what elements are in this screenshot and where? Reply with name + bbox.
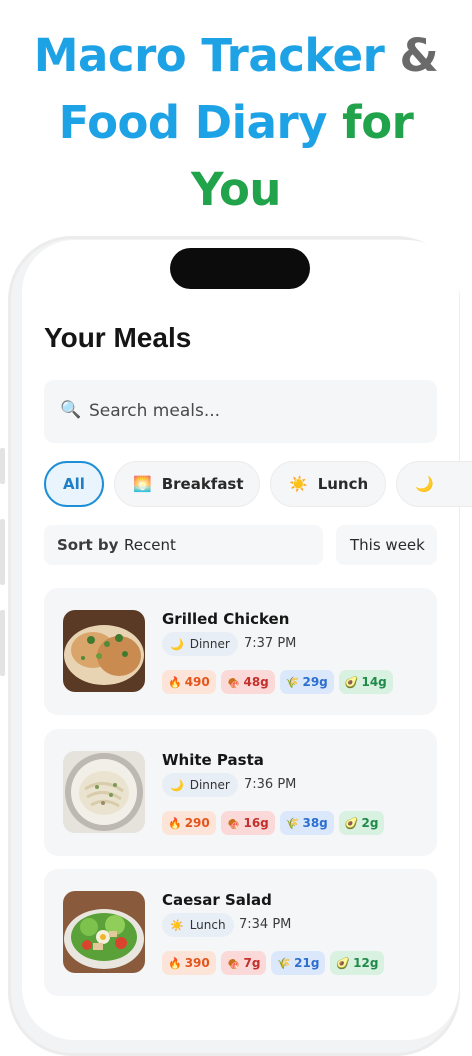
meal-type-label: Dinner xyxy=(189,637,230,651)
protein-badge: 🍖 16g xyxy=(220,811,275,835)
macro-row: 🔥 490 🍖 48g 🌾 29g 🥑 14g xyxy=(162,670,393,694)
calories-value: 290 xyxy=(184,816,210,830)
moon-icon: 🌙 xyxy=(170,637,184,651)
fat-value: 2g xyxy=(361,816,379,830)
fat-value: 14g xyxy=(361,675,387,689)
meal-name: Caesar Salad xyxy=(162,891,272,909)
wheat-icon: 🌾 xyxy=(285,816,300,830)
protein-value: 7g xyxy=(243,956,261,970)
protein-value: 16g xyxy=(243,816,269,830)
protein-badge: 🍖 48g xyxy=(220,670,275,694)
filter-chip-all[interactable]: All xyxy=(44,461,104,507)
filter-chip-label: Lunch xyxy=(317,475,369,493)
protein-badge: 🍖 7g xyxy=(220,951,267,975)
fire-icon: 🔥 xyxy=(168,956,182,970)
headline-part: for xyxy=(342,96,414,149)
meal-type-badge: 🌙 Dinner xyxy=(162,632,238,656)
sun-icon: ☀️ xyxy=(170,918,184,932)
meal-time: 7:36 PM xyxy=(244,777,297,792)
fat-value: 12g xyxy=(353,956,379,970)
calories-value: 390 xyxy=(184,956,210,970)
fat-badge: 🥑 12g xyxy=(330,951,385,975)
filter-chip-dinner[interactable]: 🌙 xyxy=(396,461,472,507)
sort-label: Sort by xyxy=(57,536,119,554)
date-range-button[interactable]: This week xyxy=(336,525,437,565)
headline-part: & xyxy=(399,29,439,82)
filter-chip-breakfast[interactable]: 🌅 Breakfast xyxy=(114,461,260,507)
macro-row: 🔥 390 🍖 7g 🌾 21g 🥑 12g xyxy=(162,951,385,975)
meal-time: 7:37 PM xyxy=(244,636,297,651)
calories-badge: 🔥 290 xyxy=(162,811,216,835)
wheat-icon: 🌾 xyxy=(277,956,292,970)
sort-value: Recent xyxy=(124,536,176,554)
search-icon: 🔍 xyxy=(60,400,82,420)
calories-badge: 🔥 390 xyxy=(162,951,216,975)
calories-value: 490 xyxy=(184,675,210,689)
meat-icon: 🍖 xyxy=(226,675,241,689)
meal-name: Grilled Chicken xyxy=(162,610,290,628)
meal-name: White Pasta xyxy=(162,751,264,769)
carbs-value: 38g xyxy=(302,816,328,830)
search-placeholder: Search meals... xyxy=(89,401,221,421)
sunrise-icon: 🌅 xyxy=(133,475,152,493)
meal-photo xyxy=(63,751,145,833)
date-range-label: This week xyxy=(350,536,425,554)
headline: Macro Tracker & Food Diary for You xyxy=(0,22,472,223)
fat-badge: 🥑 14g xyxy=(338,670,393,694)
filter-chip-lunch[interactable]: ☀️ Lunch xyxy=(270,461,386,507)
phone-side-button xyxy=(0,610,5,676)
filter-chip-label: Breakfast xyxy=(161,475,244,493)
meal-photo xyxy=(63,610,145,692)
avocado-icon: 🥑 xyxy=(336,956,351,970)
fat-badge: 🥑 2g xyxy=(338,811,385,835)
meal-time: 7:34 PM xyxy=(239,917,292,932)
meal-type-badge: ☀️ Lunch xyxy=(162,913,234,937)
headline-part: Macro Tracker xyxy=(33,29,385,82)
search-input[interactable]: 🔍 Search meals... xyxy=(44,380,437,443)
sort-dropdown[interactable]: Sort by Recent xyxy=(44,525,323,565)
meat-icon: 🍖 xyxy=(226,816,241,830)
avocado-icon: 🥑 xyxy=(344,816,359,830)
page-title: Your Meals xyxy=(44,322,192,353)
moon-icon: 🌙 xyxy=(415,475,434,493)
protein-value: 48g xyxy=(243,675,269,689)
carbs-value: 21g xyxy=(294,956,320,970)
phone-side-button xyxy=(0,519,5,585)
meal-card[interactable]: White Pasta 🌙 Dinner 7:36 PM 🔥 290 🍖 16g 🌾… xyxy=(44,729,437,856)
fire-icon: 🔥 xyxy=(168,816,182,830)
meal-photo xyxy=(63,891,145,973)
calories-badge: 🔥 490 xyxy=(162,670,216,694)
sun-icon: ☀️ xyxy=(289,475,308,493)
fire-icon: 🔥 xyxy=(168,675,182,689)
dynamic-island xyxy=(170,248,310,289)
headline-part: You xyxy=(191,163,281,216)
macro-row: 🔥 290 🍖 16g 🌾 38g 🥑 2g xyxy=(162,811,385,835)
meal-type-badge: 🌙 Dinner xyxy=(162,773,238,797)
carbs-badge: 🌾 21g xyxy=(271,951,326,975)
avocado-icon: 🥑 xyxy=(344,675,359,689)
carbs-value: 29g xyxy=(302,675,328,689)
meal-card[interactable]: Grilled Chicken 🌙 Dinner 7:37 PM 🔥 490 🍖 4… xyxy=(44,588,437,715)
carbs-badge: 🌾 29g xyxy=(279,670,334,694)
meal-card[interactable]: Caesar Salad ☀️ Lunch 7:34 PM 🔥 390 🍖 7g 🌾… xyxy=(44,869,437,996)
headline-part: Food Diary xyxy=(58,96,328,149)
meal-type-label: Dinner xyxy=(189,778,230,792)
carbs-badge: 🌾 38g xyxy=(279,811,334,835)
phone-side-button xyxy=(0,448,5,484)
moon-icon: 🌙 xyxy=(170,778,184,792)
meal-type-label: Lunch xyxy=(189,918,226,932)
meat-icon: 🍖 xyxy=(226,956,241,970)
filter-chip-label: All xyxy=(63,475,85,493)
wheat-icon: 🌾 xyxy=(285,675,300,689)
